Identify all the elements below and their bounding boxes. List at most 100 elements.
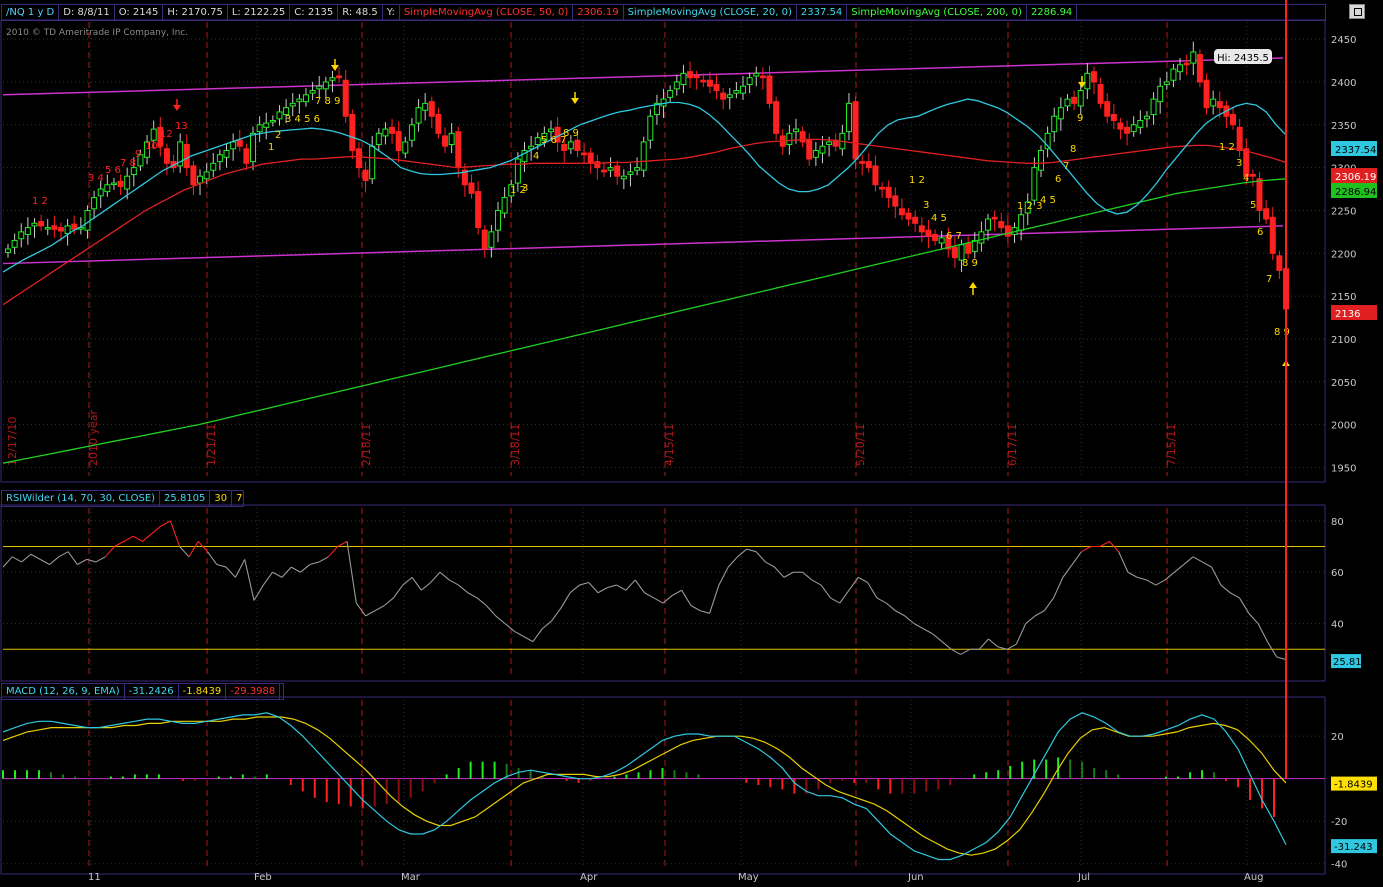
rsi-tick-label: 60 bbox=[1331, 568, 1344, 579]
candle-body bbox=[435, 114, 442, 134]
rsi-line-segment bbox=[579, 581, 589, 586]
rsi-line-segment bbox=[811, 579, 822, 586]
price-tick-label: 2050 bbox=[1331, 378, 1356, 389]
candle-body bbox=[342, 79, 349, 117]
candle-body bbox=[925, 229, 932, 237]
candle-body bbox=[422, 102, 429, 111]
sequence-count-label: 3 bbox=[522, 183, 528, 194]
rsi-line-segment bbox=[885, 602, 896, 612]
sequence-count-label: 1 2 bbox=[909, 175, 925, 186]
candle-body bbox=[865, 161, 872, 169]
sequence-count-label: 7 8 bbox=[120, 158, 136, 169]
rsi-line-segment bbox=[1071, 551, 1082, 565]
rsi-line-segment bbox=[830, 597, 841, 604]
rsi-line-segment bbox=[467, 592, 478, 599]
candle-body bbox=[1117, 122, 1124, 130]
month-label: Aug bbox=[1244, 872, 1264, 883]
rsi-line-segment bbox=[1034, 610, 1045, 617]
candle-body bbox=[740, 85, 747, 94]
candle-body bbox=[574, 139, 581, 151]
rsi-line-segment bbox=[560, 592, 571, 609]
candle-body bbox=[190, 165, 197, 186]
rsi-line-segment bbox=[383, 597, 394, 607]
price-tick-label: 2450 bbox=[1331, 35, 1356, 46]
sequence-count-label: 2 bbox=[275, 130, 281, 141]
rsi-line-segment bbox=[1099, 540, 1110, 548]
month-label: Mar bbox=[401, 872, 421, 883]
candle-body bbox=[594, 161, 601, 169]
period-label: 1/21/11 bbox=[205, 424, 218, 466]
rsi-line-segment bbox=[355, 602, 367, 617]
rsi-line-segment bbox=[39, 558, 50, 566]
candle-body bbox=[892, 195, 899, 207]
sequence-count-label: 3 4 bbox=[88, 173, 104, 184]
month-label: Feb bbox=[254, 872, 272, 883]
rsi-line-segment bbox=[746, 548, 757, 553]
candle-body bbox=[693, 75, 700, 79]
candle-body bbox=[203, 171, 210, 180]
rsi-line-segment bbox=[960, 648, 971, 655]
candle-body bbox=[978, 231, 985, 244]
rsi-line-segment bbox=[188, 541, 199, 558]
rsi-line-segment bbox=[653, 597, 664, 604]
rsi-line-segment bbox=[142, 533, 153, 542]
candle-body bbox=[786, 132, 793, 145]
rsi-line-segment bbox=[913, 623, 924, 630]
sequence-count-label: 7 bbox=[1063, 161, 1069, 172]
rsi-line-segment bbox=[132, 535, 143, 542]
candle-body bbox=[687, 71, 694, 79]
rsi-line-segment bbox=[755, 551, 766, 563]
candle-body bbox=[1084, 72, 1091, 90]
rsi-line-segment bbox=[346, 541, 357, 604]
rsi-line-segment bbox=[923, 628, 933, 635]
candle-body bbox=[1157, 85, 1164, 103]
candle-body bbox=[1150, 98, 1157, 116]
candle-body bbox=[985, 218, 992, 231]
candle-body bbox=[792, 128, 799, 133]
sequence-count-label: 8 bbox=[1070, 144, 1076, 155]
sequence-count-label: 6 bbox=[1257, 227, 1263, 238]
candle-body bbox=[640, 141, 647, 171]
rsi-line-segment bbox=[1137, 576, 1147, 581]
rsi-line-segment bbox=[551, 607, 562, 622]
rsi-line-segment bbox=[867, 582, 878, 599]
candle-body bbox=[1210, 98, 1217, 107]
candle-body bbox=[71, 223, 78, 230]
rsi-line-segment bbox=[672, 589, 682, 596]
candle-body bbox=[197, 175, 204, 184]
candle-body bbox=[263, 122, 270, 128]
candle-body bbox=[1110, 114, 1117, 122]
candle-body bbox=[1097, 84, 1104, 104]
candle-body bbox=[614, 165, 621, 177]
rsi-line-segment bbox=[365, 610, 376, 617]
rsi-line-segment bbox=[448, 579, 459, 586]
candle-body bbox=[587, 152, 594, 164]
rsi-line-segment bbox=[86, 558, 97, 563]
candle-body bbox=[322, 81, 329, 90]
candle-body bbox=[302, 94, 309, 103]
candle-body bbox=[236, 139, 243, 147]
price-tick-label: 2000 bbox=[1331, 421, 1356, 432]
candle-body bbox=[448, 132, 455, 145]
price-tick-label: 2100 bbox=[1331, 335, 1356, 346]
rsi-line-segment bbox=[439, 571, 450, 581]
month-label: Apr bbox=[580, 872, 598, 883]
period-label: 6/17/11 bbox=[1006, 424, 1019, 466]
rsi-line-segment bbox=[644, 592, 655, 599]
candle-body bbox=[38, 221, 45, 227]
candle-body bbox=[402, 141, 409, 154]
sequence-count-label: 1 2 bbox=[1219, 142, 1235, 153]
rsi-line-segment bbox=[848, 577, 859, 591]
rsi-line-segment bbox=[160, 520, 171, 527]
candle-body bbox=[84, 209, 91, 231]
candle-body bbox=[1057, 107, 1064, 120]
rsi-line-segment bbox=[430, 571, 441, 583]
sequence-count-label: 5 bbox=[1250, 200, 1256, 211]
candle-body bbox=[1190, 51, 1197, 64]
candle-body bbox=[1249, 173, 1256, 177]
panel-frame bbox=[0, 696, 1326, 875]
macd-tick-label: 20 bbox=[1331, 732, 1344, 743]
candle-body bbox=[673, 81, 680, 90]
rsi-line-segment bbox=[411, 577, 422, 591]
sequence-count-label: 5 6 bbox=[105, 165, 121, 176]
